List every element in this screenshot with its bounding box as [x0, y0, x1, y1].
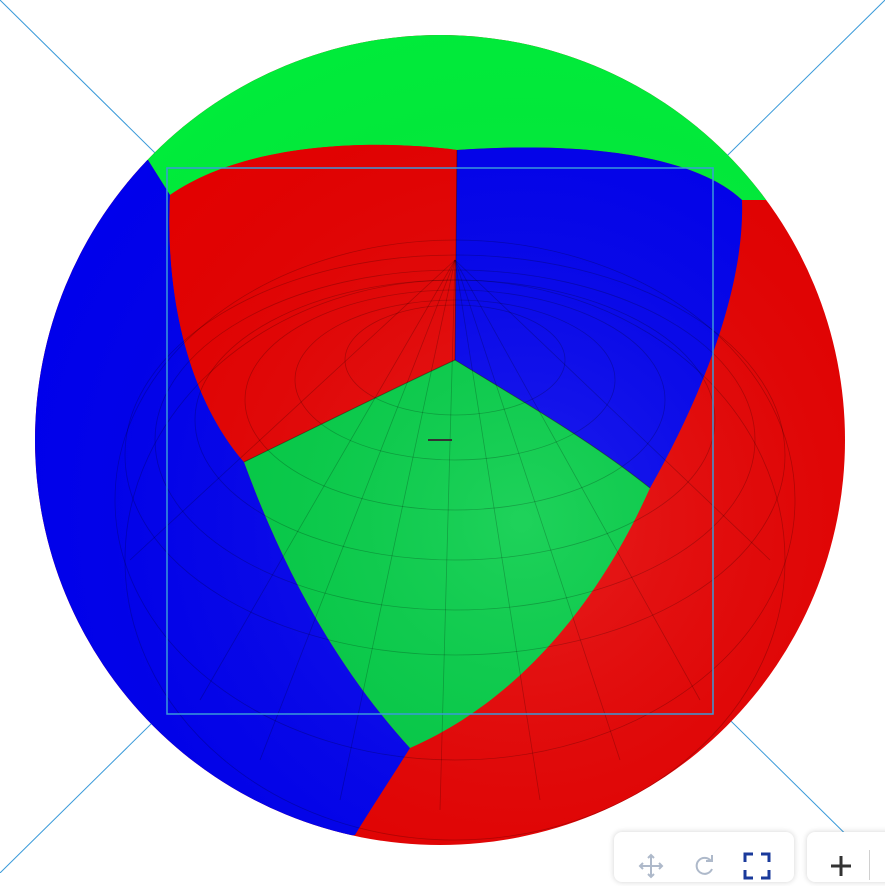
view-toolbar [614, 832, 794, 882]
zoom-in-icon [831, 856, 851, 876]
redo-button[interactable] [684, 846, 724, 886]
center-marker [428, 439, 452, 441]
fullscreen-button[interactable] [737, 846, 777, 886]
zoom-in-button[interactable] [821, 846, 861, 886]
move-icon [638, 853, 664, 879]
redo-icon [695, 855, 713, 875]
move-button[interactable] [631, 846, 671, 886]
toolbar-separator [869, 850, 870, 880]
fullscreen-icon [743, 852, 771, 880]
zoom-toolbar [807, 832, 885, 882]
3d-viewport[interactable] [0, 0, 885, 873]
